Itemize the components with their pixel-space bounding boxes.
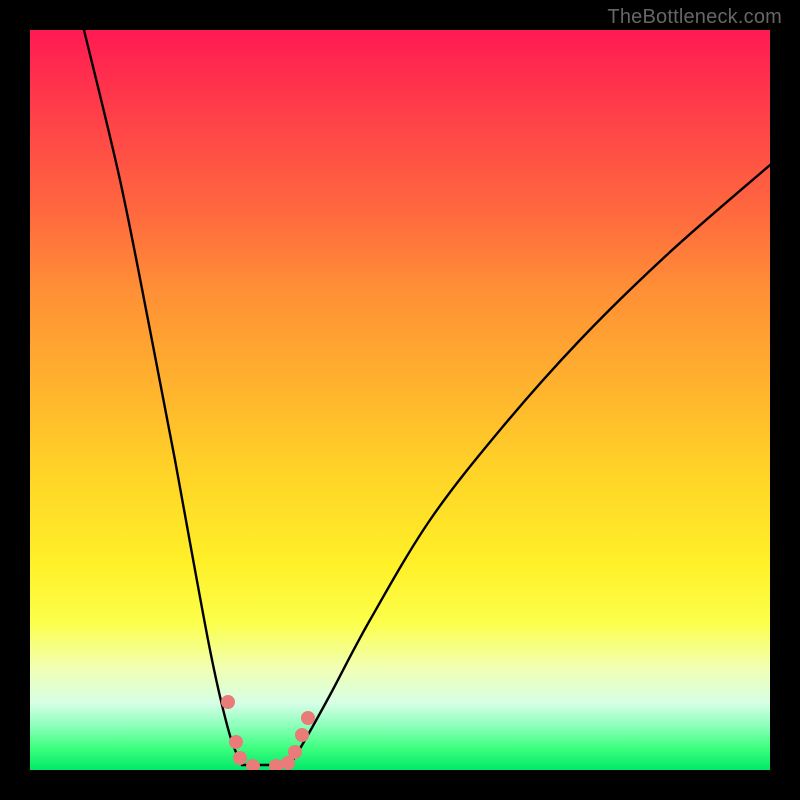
data-marker <box>301 711 315 725</box>
right-curve-path <box>290 165 770 765</box>
marker-group <box>221 695 315 770</box>
data-marker <box>229 735 243 749</box>
plot-area <box>30 30 770 770</box>
watermark-text: TheBottleneck.com <box>607 6 782 29</box>
left-curve-path <box>84 30 242 765</box>
outer-frame: TheBottleneck.com <box>0 0 800 800</box>
data-marker <box>269 759 283 770</box>
data-marker <box>221 695 235 709</box>
data-marker <box>246 759 260 770</box>
chart-svg <box>30 30 770 770</box>
data-marker <box>295 728 309 742</box>
data-marker <box>233 751 247 765</box>
data-marker <box>288 745 302 759</box>
